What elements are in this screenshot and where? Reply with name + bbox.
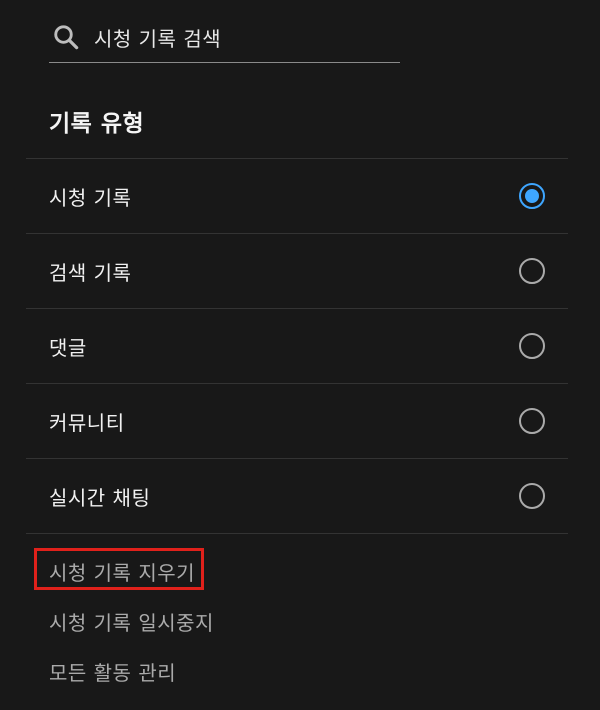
radio-button[interactable] (519, 483, 545, 509)
radio-button-checked[interactable] (519, 183, 545, 209)
search-input[interactable]: 시청 기록 검색 (94, 23, 221, 52)
radio-button[interactable] (519, 408, 545, 434)
history-type-label: 실시간 채팅 (49, 485, 151, 510)
history-type-label: 시청 기록 (49, 185, 132, 210)
history-actions: 시청 기록 지우기 시청 기록 일시중지 모든 활동 관리 (49, 548, 214, 698)
search-bar[interactable]: 시청 기록 검색 (49, 10, 400, 63)
history-type-comments[interactable]: 댓글 (26, 309, 568, 384)
pause-watch-history-link[interactable]: 시청 기록 일시중지 (49, 598, 214, 648)
history-type-watch[interactable]: 시청 기록 (26, 159, 568, 234)
radio-button[interactable] (519, 258, 545, 284)
history-type-live-chat[interactable]: 실시간 채팅 (26, 459, 568, 534)
manage-all-activity-link[interactable]: 모든 활동 관리 (49, 648, 214, 698)
radio-dot (525, 189, 539, 203)
history-type-label: 커뮤니티 (49, 410, 125, 435)
history-type-label: 댓글 (49, 335, 87, 360)
search-icon (54, 25, 79, 50)
history-type-label: 검색 기록 (49, 260, 132, 285)
clear-watch-history-link[interactable]: 시청 기록 지우기 (49, 548, 214, 598)
section-title: 기록 유형 (49, 111, 145, 137)
history-type-list: 시청 기록 검색 기록 댓글 커뮤니티 실시간 채팅 (26, 158, 568, 534)
history-type-search[interactable]: 검색 기록 (26, 234, 568, 309)
history-type-community[interactable]: 커뮤니티 (26, 384, 568, 459)
radio-button[interactable] (519, 333, 545, 359)
